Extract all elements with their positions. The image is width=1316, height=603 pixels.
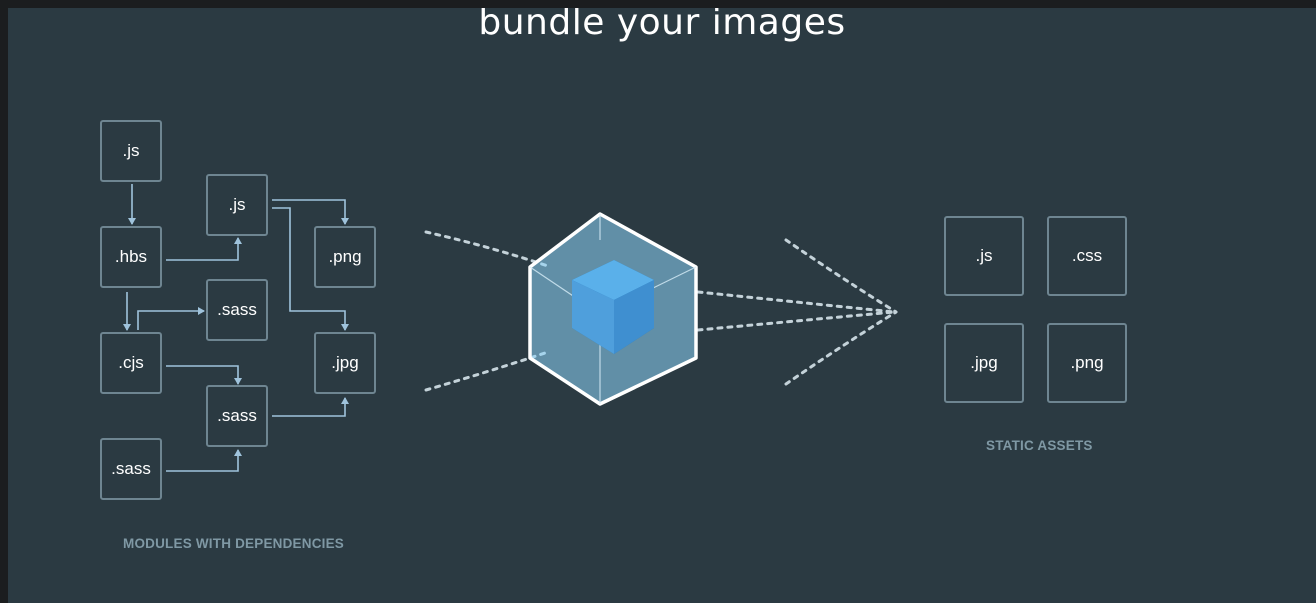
flow-line-out-top bbox=[696, 290, 896, 314]
asset-box-png: .png bbox=[1047, 323, 1127, 403]
asset-box-css: .css bbox=[1047, 216, 1127, 296]
bundler-graphic bbox=[424, 212, 898, 406]
chevron-bottom bbox=[784, 310, 898, 386]
asset-box-js: .js bbox=[944, 216, 1024, 296]
diagram-canvas: bundle your images .js .hbs .cjs .sass .… bbox=[8, 8, 1316, 603]
webpack-cube-icon bbox=[528, 212, 698, 406]
asset-box-jpg: .jpg bbox=[944, 323, 1024, 403]
flow-line-in-top bbox=[424, 230, 550, 268]
flow-line-out-bottom bbox=[696, 310, 896, 332]
assets-caption: STATIC ASSETS bbox=[986, 438, 1093, 453]
chevron-top bbox=[784, 238, 898, 314]
